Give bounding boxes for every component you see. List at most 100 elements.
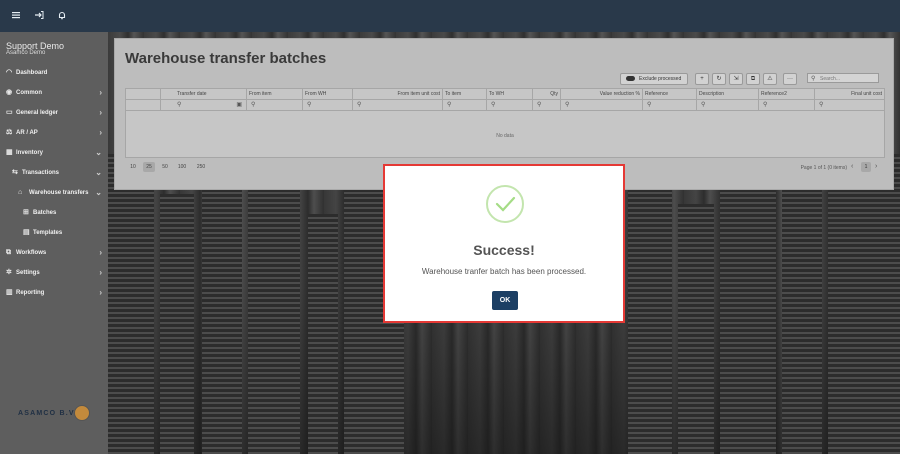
filter-cell[interactable]: ⚲ ▣ [160, 100, 246, 110]
column-header[interactable]: From item [246, 89, 302, 99]
filter-cell[interactable]: ⚲ [442, 100, 486, 110]
column-header[interactable]: Reference [642, 89, 696, 99]
column-header[interactable]: Final unit cost [814, 89, 884, 99]
column-header[interactable]: From item unit cost [352, 89, 442, 99]
refresh-button[interactable]: ↻ [712, 73, 726, 85]
search-icon: ⚲ [647, 102, 652, 108]
sidebar-item-reporting[interactable]: ▥ Reporting › [0, 284, 108, 302]
column-header[interactable]: Value reduction % [560, 89, 642, 99]
company-subtitle: Asamco Demo [6, 50, 46, 56]
search-icon: ⚲ [307, 102, 312, 108]
sidebar-item-batches[interactable]: ⊞ Batches [0, 204, 108, 222]
filter-cell[interactable]: ⚲ [560, 100, 642, 110]
page-size-50[interactable]: 50 [159, 162, 171, 172]
filter-cell[interactable]: ⚲ [696, 100, 758, 110]
menu-icon[interactable] [8, 8, 24, 24]
column-header[interactable]: Description [696, 89, 758, 99]
filter-cell[interactable]: ⚲ [486, 100, 532, 110]
search-input[interactable]: ⚲ Search... [807, 73, 879, 83]
chevron-down-icon: ⌄ [95, 168, 102, 177]
copy-button[interactable]: ⧉ [746, 73, 760, 85]
settings-icon: ✲ [6, 269, 12, 276]
filter-cell[interactable]: ⚲ [246, 100, 302, 110]
sidebar-item-transactions[interactable]: ⇆ Transactions ⌄ [0, 164, 108, 182]
chevron-right-icon: › [99, 288, 102, 297]
prev-page-icon[interactable]: ‹ [851, 163, 853, 170]
sidebar-item-warehouse-transfers[interactable]: ⌂ Warehouse transfers ⌄ [0, 184, 108, 202]
refresh-icon: ↻ [716, 76, 722, 82]
inventory-icon: ▦ [6, 149, 13, 156]
search-icon: ⚲ [251, 102, 256, 108]
sidebar-item-settings[interactable]: ✲ Settings › [0, 264, 108, 282]
warehouse-icon: ⌂ [18, 189, 23, 196]
chevron-right-icon: › [99, 268, 102, 277]
ok-button[interactable]: OK [492, 291, 518, 310]
no-data-message: No data [496, 133, 514, 139]
sidebar-item-templates[interactable]: ▤ Templates [0, 224, 108, 242]
page-info: Page 1 of 1 (0 items) [800, 165, 847, 171]
chevron-right-icon: › [99, 88, 102, 97]
add-button[interactable]: + [695, 73, 709, 85]
templates-icon: ▤ [23, 229, 30, 236]
warning-icon: ⚠ [767, 76, 773, 82]
filter-cell[interactable]: ⚲ [532, 100, 560, 110]
filter-cell[interactable]: ⚲ [352, 100, 442, 110]
workflows-icon: ⧉ [6, 249, 11, 256]
warning-button[interactable]: ⚠ [763, 73, 777, 85]
company-logo-icon [74, 405, 90, 421]
sidebar-item-inventory[interactable]: ▦ Inventory ⌄ [0, 144, 108, 162]
column-header[interactable]: From WH [302, 89, 352, 99]
exclude-processed-toggle[interactable]: Exclude processed [620, 73, 689, 85]
select-all-column[interactable] [126, 89, 160, 99]
chevron-right-icon: › [99, 248, 102, 257]
more-button[interactable]: ··· [783, 73, 797, 85]
logout-icon[interactable] [31, 8, 47, 24]
arap-icon: ⚖ [6, 129, 13, 136]
calendar-icon[interactable]: ▣ [236, 100, 242, 110]
column-header[interactable]: Qty [532, 89, 560, 99]
bell-icon[interactable] [54, 8, 70, 24]
search-icon: ⚲ [447, 102, 452, 108]
dialog-message: Warehouse tranfer batch has been process… [421, 267, 587, 276]
sidebar: Support Demo Asamco Demo ◠ Dashboard ◉ C… [0, 32, 108, 454]
column-header[interactable]: To item [442, 89, 486, 99]
search-icon: ⚲ [491, 102, 496, 108]
chevron-right-icon: › [99, 128, 102, 137]
page-size-25[interactable]: 25 [143, 162, 155, 172]
copy-icon: ⧉ [750, 76, 756, 82]
filter-cell[interactable]: ⚲ [758, 100, 814, 110]
export-icon: ⇲ [733, 76, 739, 82]
chevron-down-icon: ⌄ [95, 188, 102, 197]
column-header[interactable]: Reference2 [758, 89, 814, 99]
sidebar-item-general-ledger[interactable]: ▭ General ledger › [0, 104, 108, 122]
search-icon: ⚲ [565, 102, 570, 108]
success-check-icon [486, 185, 524, 223]
page-size-250[interactable]: 250 [195, 162, 207, 172]
plus-icon: + [700, 76, 704, 82]
company-logo-text: ASAMCO B.V. [18, 410, 78, 417]
filter-cell[interactable]: ⚲ [814, 100, 884, 110]
search-icon: ⚲ [701, 102, 706, 108]
chevron-right-icon: › [99, 108, 102, 117]
page-size-100[interactable]: 100 [176, 162, 188, 172]
filter-cell[interactable]: ⚲ [302, 100, 352, 110]
column-header[interactable]: Transfer date [160, 89, 246, 99]
search-icon: ⚲ [537, 102, 542, 108]
search-icon: ⚲ [357, 102, 362, 108]
sidebar-item-ar-ap[interactable]: ⚖ AR / AP › [0, 124, 108, 142]
sidebar-item-dashboard[interactable]: ◠ Dashboard [0, 64, 108, 82]
filter-cell [126, 100, 160, 110]
reporting-icon: ▥ [6, 289, 13, 296]
page-number-button[interactable]: 1 [861, 162, 871, 172]
search-icon: ⚲ [811, 76, 816, 82]
page-size-10[interactable]: 10 [127, 162, 139, 172]
next-page-icon[interactable]: › [875, 163, 877, 170]
success-dialog: Success! Warehouse tranfer batch has bee… [383, 164, 625, 323]
grid-header-row: Transfer date From item From WH From ite… [126, 89, 884, 100]
column-header[interactable]: To WH [486, 89, 532, 99]
filter-cell[interactable]: ⚲ [642, 100, 696, 110]
export-button[interactable]: ⇲ [729, 73, 743, 85]
common-icon: ◉ [6, 89, 13, 96]
sidebar-item-common[interactable]: ◉ Common › [0, 84, 108, 102]
sidebar-item-workflows[interactable]: ⧉ Workflows › [0, 244, 108, 262]
